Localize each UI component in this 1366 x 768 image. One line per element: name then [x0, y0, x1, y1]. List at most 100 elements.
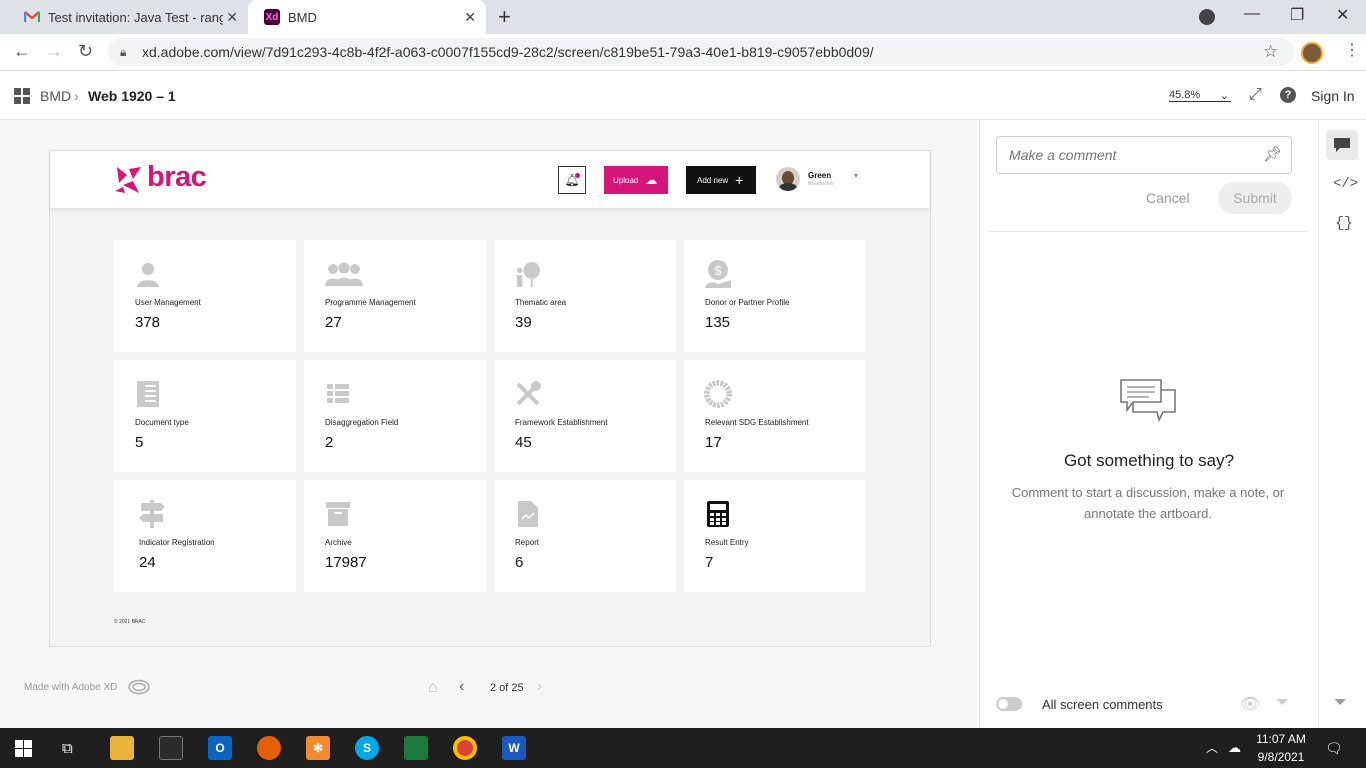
empty-state-title: Got something to say? [1063, 451, 1235, 470]
braces-icon[interactable]: {} [1335, 215, 1353, 232]
kebab-menu-icon[interactable]: ⋮ [1344, 40, 1360, 60]
comment-input[interactable] [996, 136, 1292, 174]
windows-start-icon[interactable] [15, 740, 32, 762]
add-new-label: Add new [697, 175, 729, 185]
fullscreen-icon[interactable]: ⤢ [1249, 86, 1262, 104]
card-label: Relevant SDG Establishment [705, 418, 809, 427]
card-indicator-registration[interactable]: Indicator Registration 24 [114, 480, 296, 592]
card-label: Thematic area [515, 298, 567, 307]
close-tab-icon[interactable]: ✕ [226, 9, 238, 26]
onedrive-icon[interactable]: ☁︎ [1228, 740, 1241, 756]
restore-button[interactable]: ❐ [1290, 5, 1304, 25]
card-donor-partner-profile[interactable]: $ Donor or Partner Profile 135 [684, 240, 866, 352]
store-icon[interactable] [159, 736, 183, 760]
previous-screen-button[interactable]: ‹ [459, 678, 464, 696]
lock-icon[interactable]: 🔒︎ [120, 45, 126, 60]
grid-view-icon[interactable] [14, 88, 30, 109]
url-text[interactable]: xd.adobe.com/view/7d91c293-4c8b-4f2f-a06… [142, 44, 874, 60]
card-value: 6 [515, 554, 524, 571]
brand-name: brac [147, 161, 207, 193]
all-comments-toggle[interactable] [996, 697, 1022, 711]
bookmark-star-icon[interactable]: ☆ [1263, 42, 1278, 62]
filter-rail-icon[interactable]: ⏷ [1334, 694, 1347, 712]
group-icon [324, 260, 364, 288]
speech-bubbles-icon [1119, 378, 1177, 429]
card-archive[interactable]: Archive 17987 [304, 480, 486, 592]
user-icon [134, 260, 162, 288]
calculator-icon [704, 500, 732, 528]
tab-title: Test invitation: Java Test - rangera [48, 9, 223, 25]
upload-label: Upload [613, 175, 639, 185]
chevron-down-icon: ⌄ [1219, 90, 1229, 102]
user-avatar[interactable] [776, 167, 800, 191]
card-result-entry[interactable]: Result Entry 7 [684, 480, 866, 592]
card-relevant-sdg-establishment[interactable]: Relevant SDG Establishment 17 [684, 360, 866, 472]
tray-chevron-icon[interactable]: ︿ [1206, 739, 1218, 756]
pin-icon[interactable]: 📌︎ [1263, 145, 1282, 163]
home-icon[interactable]: ⌂ [428, 679, 438, 697]
filter-icon[interactable]: ⏷ [1276, 694, 1289, 712]
thematic-icon [514, 260, 542, 288]
forward-button[interactable]: → [45, 41, 63, 62]
archive-icon [324, 500, 352, 528]
tools-icon [514, 380, 542, 408]
skype-icon[interactable]: S [355, 736, 379, 760]
sign-in-link[interactable]: Sign In [1311, 88, 1355, 104]
card-framework-establishment[interactable]: Framework Establishment 45 [494, 360, 676, 472]
breadcrumb-current: Web 1920 – 1 [88, 88, 176, 104]
card-label: User Management [135, 298, 201, 307]
card-label: Document type [135, 418, 189, 427]
clock-date[interactable]: 9/8/2021 [1256, 750, 1306, 764]
card-thematic-area[interactable]: Thematic area 39 [494, 240, 676, 352]
help-icon[interactable]: ? [1280, 87, 1296, 103]
file-explorer-icon[interactable] [110, 736, 134, 760]
browser-tab-gmail[interactable]: Test invitation: Java Test - rangera ✕ [8, 0, 248, 34]
comments-tab-button[interactable] [1326, 130, 1358, 160]
xampp-icon[interactable]: ✻ [306, 736, 330, 760]
cancel-button[interactable]: Cancel [1146, 190, 1190, 206]
profile-menu-icon[interactable] [1199, 9, 1215, 25]
next-screen-button[interactable]: › [537, 678, 542, 696]
task-view-icon[interactable]: ⧉ [62, 740, 73, 757]
zoom-value: 45.8% [1169, 89, 1201, 101]
notification-button[interactable]: 🔔︎ [558, 166, 586, 194]
close-tab-icon[interactable]: ✕ [464, 9, 476, 26]
hide-comments-icon[interactable]: 👁︎ [1240, 694, 1260, 714]
editor-icon[interactable] [404, 736, 428, 760]
code-icon[interactable]: </> [1333, 176, 1358, 192]
back-button[interactable]: ← [13, 41, 31, 62]
chrome-icon[interactable] [453, 736, 477, 760]
card-label: Programme Management [325, 298, 416, 307]
card-report[interactable]: Report 6 [494, 480, 676, 592]
card-label: Report [515, 538, 540, 547]
xd-header [0, 71, 1366, 120]
browser-tab-bmd[interactable]: Xd BMD ✕ [248, 0, 486, 34]
add-new-button[interactable]: Add new + [686, 166, 756, 194]
card-label: Archive [325, 538, 352, 547]
card-label: Disaggregation Field [325, 418, 399, 427]
card-label: Indicator Registration [139, 538, 215, 547]
card-disaggregation-field[interactable]: Disaggregation Field 2 [304, 360, 486, 472]
upload-button[interactable]: Upload ☁︎ [604, 166, 668, 194]
card-programme-management[interactable]: Programme Management 27 [304, 240, 486, 352]
breadcrumb-root[interactable]: BMD [40, 88, 71, 104]
sdg-icon [704, 380, 732, 408]
reload-button[interactable]: ↻ [78, 41, 93, 62]
word-icon[interactable]: W [502, 736, 526, 760]
outlook-icon[interactable]: O [208, 736, 232, 760]
submit-button[interactable]: Submit [1218, 182, 1292, 214]
clock-time[interactable]: 11:07 AM [1256, 732, 1306, 746]
new-tab-button[interactable]: + [498, 4, 511, 30]
user-menu-chevron-icon[interactable]: ▾ [854, 171, 858, 180]
notifications-icon[interactable]: 🗨︎ [1325, 740, 1343, 757]
card-user-management[interactable]: User Management 378 [114, 240, 296, 352]
card-document-type[interactable]: Document type 5 [114, 360, 296, 472]
close-window-button[interactable]: ✕ [1336, 5, 1349, 25]
list-icon [324, 380, 352, 408]
made-with-xd-link[interactable]: Made with Adobe XD [24, 682, 117, 693]
minimize-button[interactable]: — [1244, 5, 1260, 23]
zoom-select[interactable]: 45.8% ⌄ [1169, 89, 1231, 102]
signpost-icon [138, 500, 166, 528]
firefox-icon[interactable] [257, 736, 281, 760]
avatar[interactable] [1301, 42, 1323, 64]
